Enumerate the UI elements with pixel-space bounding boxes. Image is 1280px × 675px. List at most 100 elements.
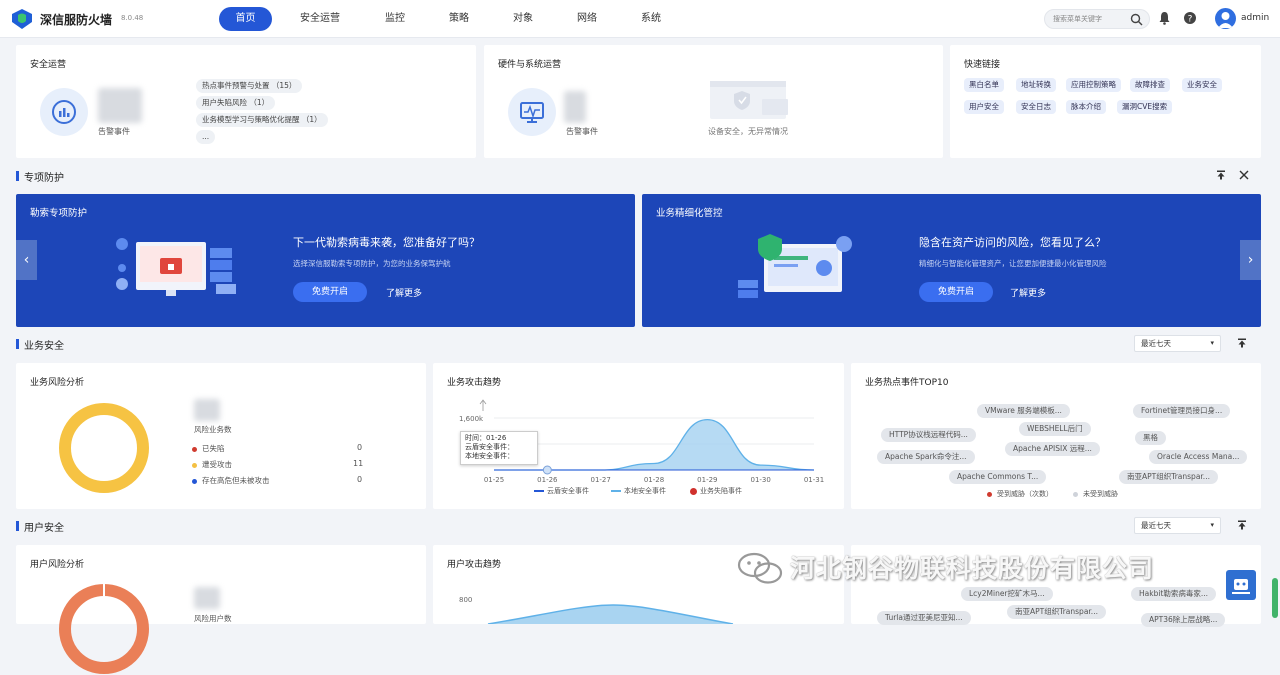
svg-text:?: ?: [1188, 15, 1193, 25]
search-placeholder: 搜索菜单关键字: [1053, 15, 1102, 23]
chart-tooltip: 时间：01-26 云盾安全事件： 本地安全事件：: [460, 431, 538, 465]
nav-network[interactable]: 网络: [567, 7, 607, 31]
quick-link[interactable]: 安全日志: [1016, 100, 1056, 114]
nav-system[interactable]: 系统: [631, 7, 671, 31]
business-risk-donut-chart: [59, 403, 149, 493]
card-title: 业务风险分析: [30, 378, 85, 388]
menu-search-input[interactable]: 搜索菜单关键字: [1044, 9, 1150, 29]
quick-link[interactable]: 地址转换: [1016, 78, 1056, 92]
help-icon[interactable]: ?: [1183, 11, 1197, 25]
card-title: 业务热点事件TOP10: [865, 378, 949, 388]
hot-event-tag[interactable]: Apache APISIX 远程...: [1005, 442, 1100, 456]
legend-label: 业务失陷事件: [700, 487, 742, 495]
quick-link[interactable]: 应用控制策略: [1066, 78, 1121, 92]
clock-chart-icon: [40, 88, 88, 136]
hot-event-tag[interactable]: VMware 服务端模板...: [977, 404, 1070, 418]
pin-top-icon[interactable]: [1237, 338, 1247, 348]
hot-event-tag[interactable]: 黑格: [1135, 431, 1166, 445]
risk-metric-label: 风险用户数: [194, 614, 232, 623]
time-range-select[interactable]: 最近七天 ▾: [1134, 517, 1221, 534]
legend-dot: [1073, 491, 1078, 497]
section-title-user-security: 用户安全: [16, 519, 64, 534]
area-series: [488, 605, 733, 624]
risk-count-blurred: [194, 399, 220, 421]
asset-control-illustration-icon: [738, 234, 852, 298]
hot-event-tag[interactable]: 南亚APT组织Transpar...: [1007, 605, 1106, 619]
nav-object[interactable]: 对象: [503, 7, 543, 31]
quick-link[interactable]: 漏洞CVE搜索: [1117, 100, 1173, 114]
close-icon[interactable]: [1239, 170, 1249, 180]
quick-link[interactable]: 业务安全: [1182, 78, 1222, 92]
learn-more-link[interactable]: 了解更多: [1010, 286, 1046, 299]
event-item[interactable]: 热点事件预警与处置 （15）: [196, 79, 303, 93]
nav-security-ops[interactable]: 安全运营: [292, 7, 348, 31]
quick-link[interactable]: 故障排查: [1130, 78, 1170, 92]
ransomware-illustration-icon: [116, 238, 236, 296]
time-range-value: 最近七天: [1141, 339, 1171, 348]
floating-assistant-button[interactable]: [1226, 570, 1256, 600]
user-risk-card: 用户风险分析 风险用户数: [16, 545, 426, 674]
user-risk-donut-chart: [59, 584, 149, 674]
sangfor-logo-icon: [12, 9, 32, 29]
business-trend-card: 业务攻击趋势 1,600k 01-25 01-26 01-27 01-28 01-29 01…: [433, 363, 844, 509]
avatar[interactable]: [1215, 8, 1236, 29]
free-enable-button[interactable]: 免费开启: [293, 282, 367, 302]
hot-event-tag[interactable]: Apache Commons T...: [949, 470, 1047, 484]
quick-link[interactable]: 黑白名单: [964, 78, 1004, 92]
bell-icon[interactable]: [1158, 11, 1171, 25]
event-item-more[interactable]: ...: [196, 130, 216, 144]
free-enable-button[interactable]: 免费开启: [919, 282, 993, 302]
learn-more-link[interactable]: 了解更多: [386, 286, 422, 299]
banner-description: 精细化与智能化管理资产，让您更加便捷最小化管理风险: [919, 259, 1107, 268]
hot-event-tag[interactable]: Turla通过亚美尼亚知...: [877, 611, 971, 625]
username[interactable]: admin: [1241, 13, 1269, 23]
risk-metric-label: 风险业务数: [194, 425, 232, 434]
nav-home[interactable]: 首页: [219, 7, 272, 31]
search-icon[interactable]: [1130, 13, 1143, 26]
pin-top-icon[interactable]: [1216, 170, 1226, 180]
user-icon: [1218, 12, 1233, 28]
risk-row-label: 已失陷: [202, 444, 225, 453]
card-title: 业务攻击趋势: [447, 378, 502, 388]
card-title: 快速链接: [964, 60, 1001, 70]
nav-monitor[interactable]: 监控: [375, 7, 415, 31]
carousel-next-button[interactable]: ›: [1240, 240, 1261, 280]
quick-link[interactable]: 用户安全: [964, 100, 1004, 114]
time-range-select[interactable]: 最近七天 ▾: [1134, 335, 1221, 352]
chevron-down-icon: ▾: [1210, 339, 1214, 347]
top-navigation-bar: 深信服防火墙 8.0.48 首页 安全运营 监控 策略 对象 网络 系统 搜索菜…: [0, 0, 1280, 38]
x-axis-tick: 01-25: [484, 476, 504, 484]
legend-label: 受到威胁（次数）: [997, 490, 1053, 498]
hot-event-tag[interactable]: APT36除上层战略...: [1141, 613, 1226, 627]
banner-headline: 下一代勒索病毒来袭，您准备好了吗？: [293, 236, 480, 249]
hardware-ops-card: 硬件与系统运营 告警事件 设备安全，无异常情况: [484, 45, 943, 158]
tooltip-line: 云盾安全事件：: [465, 443, 514, 451]
chevron-down-icon: ▾: [1210, 521, 1214, 529]
carousel-prev-button[interactable]: ‹: [16, 240, 37, 280]
hot-event-tag[interactable]: Oracle Access Mana...: [1149, 450, 1248, 464]
wechat-icon: [737, 552, 783, 584]
risk-row-label: 存在高危但未被攻击: [202, 476, 270, 485]
hot-event-tag[interactable]: HTTP协议栈远程代码...: [881, 428, 976, 442]
banner-description: 选择深信服勒索专项防护，为您的业务保驾护航: [293, 259, 451, 268]
hot-event-tag[interactable]: 南亚APT组织Transpar...: [1119, 470, 1218, 484]
risk-row-label: 遭受攻击: [202, 460, 232, 469]
hot-event-tag[interactable]: WEBSHELL后门: [1019, 422, 1091, 436]
hot-event-tag[interactable]: Lcy2Miner挖矿木马...: [961, 587, 1053, 601]
robot-icon: [1232, 579, 1250, 594]
scrollbar-thumb[interactable]: [1272, 578, 1278, 618]
card-title: 安全运营: [30, 60, 67, 70]
quick-link[interactable]: 脉本介绍: [1066, 100, 1106, 114]
legend-label: 未受到威胁: [1083, 490, 1118, 498]
event-item[interactable]: 用户失陷风险 （1）: [196, 96, 276, 110]
pin-top-icon[interactable]: [1237, 520, 1247, 530]
legend-swatch: [534, 490, 544, 492]
event-item[interactable]: 业务模型学习与策略优化提醒 （1）: [196, 113, 328, 127]
nav-policy[interactable]: 策略: [439, 7, 479, 31]
hot-event-tag[interactable]: Fortinet管理员接口身...: [1133, 404, 1231, 418]
hot-event-tag[interactable]: Hakbit勒索病毒家...: [1131, 587, 1217, 601]
user-attack-trend-chart: [487, 604, 734, 624]
shield-device-illustration-icon: [710, 81, 788, 119]
hot-event-tag[interactable]: Apache Spark命令注...: [877, 450, 975, 464]
hover-point: [542, 465, 552, 475]
